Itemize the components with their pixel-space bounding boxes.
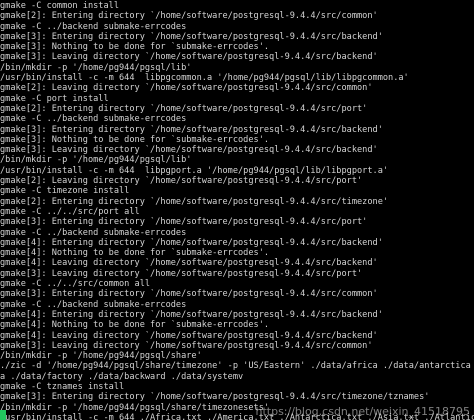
terminal-line: gmake[4]: Nothing to be done for `submak… [0, 248, 270, 259]
terminal-line: /bin/mkdir -p '/home/pg944/pgsql/lib' [0, 155, 192, 166]
terminal-line: /bin/mkdir -p '/home/pg944/pgsql/share' [0, 351, 202, 362]
terminal-line: gmake[4]: Nothing to be done for `submak… [0, 320, 270, 331]
terminal-line: gmake[3]: Leaving directory `/home/softw… [0, 340, 373, 351]
terminal-line: gmake -C ../backend submake-errcodes [0, 114, 187, 125]
terminal-line: gmake[4]: Entering directory `/home/soft… [0, 309, 383, 320]
terminal-line: /bin/mkdir -p '/home/pg944/pgsql/lib' [0, 62, 192, 73]
terminal-line: gmake[3]: Leaving directory `/home/softw… [0, 145, 378, 156]
terminal-line: gmake -C ../../src/port all [0, 206, 140, 217]
terminal-line: gmake[2]: Entering directory `/home/soft… [0, 103, 368, 114]
terminal-window[interactable]: gmake -C common install gmake[2]: Enterin… [0, 0, 474, 420]
terminal-line: ./zic -d '/home/pg944/pgsql/share/timezo… [0, 361, 471, 372]
terminal-line: gmake[4]: Leaving directory `/home/softw… [0, 330, 378, 341]
terminal-line: /usr/bin/install -c -m 644 libpgcommon.a… [0, 73, 409, 84]
terminal-line: gmake[3]: Leaving directory `/home/softw… [0, 268, 363, 279]
terminal-output: gmake -C common install gmake[2]: Enterin… [0, 0, 474, 420]
terminal-line: gmake -C ../backend submake-errcodes [0, 227, 187, 238]
terminal-line: gmake -C ../backend submake-errcodes [0, 21, 187, 32]
terminal-line: gmake -C port install [0, 93, 109, 104]
terminal-line: gmake[3]: Entering directory `/home/soft… [0, 217, 368, 228]
terminal-cursor [0, 410, 6, 420]
terminal-line: gmake[3]: Nothing to be done for `submak… [0, 134, 270, 145]
terminal-line: gmake[2]: Leaving directory `/home/softw… [0, 83, 373, 94]
terminal-line: /usr/bin/install -c -m 644 ./Africa.txt … [0, 412, 474, 420]
terminal-line: gmake[2]: Entering directory `/home/soft… [0, 196, 389, 207]
terminal-line: gmake -C ../backend submake-errcodes [0, 299, 187, 310]
terminal-line: gmake[3]: Entering directory `/home/soft… [0, 124, 383, 135]
terminal-line: gmake[2]: Entering directory `/home/soft… [0, 11, 378, 22]
terminal-line: gmake -C timezone install [0, 186, 130, 197]
terminal-line: a ./data/factory ./data/backward ./data/… [0, 371, 244, 382]
terminal-line: gmake[3]: Nothing to be done for `submak… [0, 42, 270, 53]
terminal-line: gmake[4]: Entering directory `/home/soft… [0, 237, 383, 248]
terminal-line: gmake[3]: Entering directory `/home/soft… [0, 289, 378, 300]
terminal-line: /usr/bin/install -c -m 644 libpgport.a '… [0, 165, 389, 176]
terminal-line: gmake -C tznames install [0, 381, 125, 392]
terminal-line: gmake -C ../../src/common all [0, 279, 151, 290]
terminal-line: gmake[3]: Entering directory `/home/soft… [0, 31, 383, 42]
terminal-line: gmake[3]: Entering directory `/home/soft… [0, 392, 430, 403]
terminal-line: gmake -C common install [0, 1, 119, 11]
terminal-line: gmake[4]: Leaving directory `/home/softw… [0, 258, 378, 269]
terminal-line: gmake[2]: Leaving directory `/home/softw… [0, 176, 363, 187]
terminal-line: /bin/mkdir -p '/home/pg944/pgsql/share/t… [0, 402, 270, 413]
terminal-line: gmake[3]: Leaving directory `/home/softw… [0, 52, 378, 63]
